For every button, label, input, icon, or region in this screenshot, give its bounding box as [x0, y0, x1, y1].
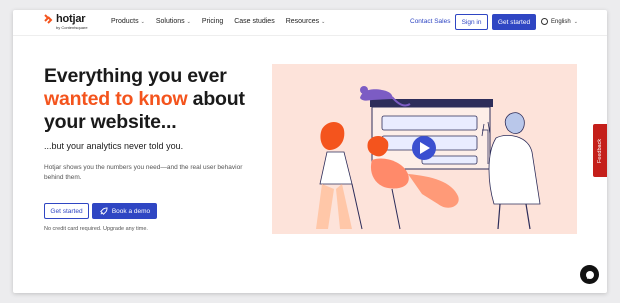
brand-name: hotjar: [56, 13, 86, 25]
menu-item-resources[interactable]: Resources ⌄: [286, 18, 326, 25]
sign-in-button[interactable]: Sign in: [455, 14, 488, 30]
hero-title-line1: Everything you ever: [44, 65, 227, 87]
menu-item-label: Case studies: [234, 18, 275, 25]
right-person-head: [504, 112, 525, 134]
chat-launcher-button[interactable]: [580, 265, 599, 284]
cat-head: [360, 86, 368, 94]
menu-item-solutions[interactable]: Solutions ⌄: [156, 18, 191, 25]
chevron-down-icon: ⌄: [321, 18, 326, 25]
hotjar-logo-icon: [44, 14, 53, 24]
menu-item-label: Products: [111, 18, 139, 25]
menu-item-pricing[interactable]: Pricing: [202, 18, 223, 25]
right-person-legs: [497, 203, 531, 230]
contact-sales-link[interactable]: Contact Sales: [410, 18, 450, 25]
feedback-label: Feedback: [597, 138, 603, 163]
main-menu: Products ⌄ Solutions ⌄ Pricing Case stud…: [111, 18, 325, 25]
hero-title-accent: wanted to know: [44, 88, 188, 110]
menu-item-label: Solutions: [155, 18, 185, 25]
menu-item-products[interactable]: Products ⌄: [111, 18, 145, 25]
chevron-down-icon: ⌄: [186, 18, 191, 25]
brand-subtitle: by Contentsquare: [56, 25, 88, 30]
chair-legs: [351, 183, 401, 230]
browser-window: hotjar by Contentsquare Products ⌄ Solut…: [13, 10, 607, 293]
language-selector[interactable]: English ⌄: [541, 18, 578, 25]
right-person-coat: [488, 135, 541, 205]
hero-title: Everything you ever wanted to know about…: [44, 65, 259, 134]
monitor-bar: [370, 99, 493, 107]
hero-title-mid: about: [187, 88, 245, 110]
menu-item-label: Resources: [285, 18, 320, 25]
hero-illustration: [272, 64, 577, 234]
globe-icon: [541, 18, 548, 25]
chevron-down-icon: ⌄: [573, 18, 578, 25]
person-leg: [316, 184, 334, 229]
no-credit-card-note: No credit card required. Upgrade any tim…: [44, 226, 148, 232]
language-label: English: [551, 18, 571, 25]
person-hair: [320, 121, 345, 150]
hero-title-line3: your website...: [44, 111, 177, 133]
book-demo-label: Book a demo: [111, 207, 151, 215]
chat-icon: [585, 270, 594, 279]
hero-description: Hotjar shows you the numbers you need—an…: [44, 164, 243, 181]
hero-subhead: ...but your analytics never told you.: [44, 141, 184, 151]
sitting-person-legs: [408, 174, 459, 208]
top-navigation: hotjar by Contentsquare Products ⌄ Solut…: [13, 10, 607, 36]
menu-item-label: Pricing: [201, 18, 224, 25]
person-leg: [336, 184, 352, 229]
rocket-icon: [100, 206, 108, 215]
illustration-art: [316, 86, 541, 230]
person-shirt: [319, 151, 353, 185]
feedback-tab[interactable]: Feedback: [593, 124, 607, 177]
book-demo-button[interactable]: Book a demo: [92, 203, 157, 219]
chevron-down-icon: ⌄: [140, 18, 145, 25]
screen-panel: [381, 115, 478, 131]
get-started-nav-button[interactable]: Get started: [492, 14, 536, 30]
get-started-button[interactable]: Get started: [44, 203, 89, 219]
menu-item-case-studies[interactable]: Case studies: [234, 18, 274, 25]
